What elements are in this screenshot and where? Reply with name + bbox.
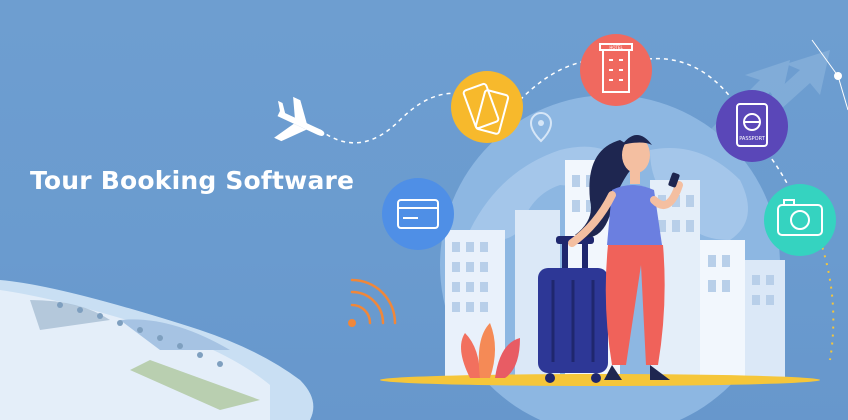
illustration: HOTEL PASSPORT [0, 34, 848, 420]
passport-badge: PASSPORT [716, 90, 788, 162]
wifi-signal-icon [348, 278, 397, 327]
hotel-label: HOTEL [609, 45, 623, 50]
plane-icon [274, 96, 325, 142]
camera-badge [764, 184, 836, 256]
passport-label: PASSPORT [739, 136, 766, 142]
hotel-badge: HOTEL [580, 34, 652, 106]
banner: HOTEL PASSPORT Tour Booking Software [0, 0, 848, 420]
flight-ticket-badge [451, 71, 523, 143]
credit-card-badge [382, 178, 454, 250]
flight-path-lower [819, 239, 835, 361]
headline: Tour Booking Software [30, 166, 355, 195]
airplane [0, 280, 314, 420]
